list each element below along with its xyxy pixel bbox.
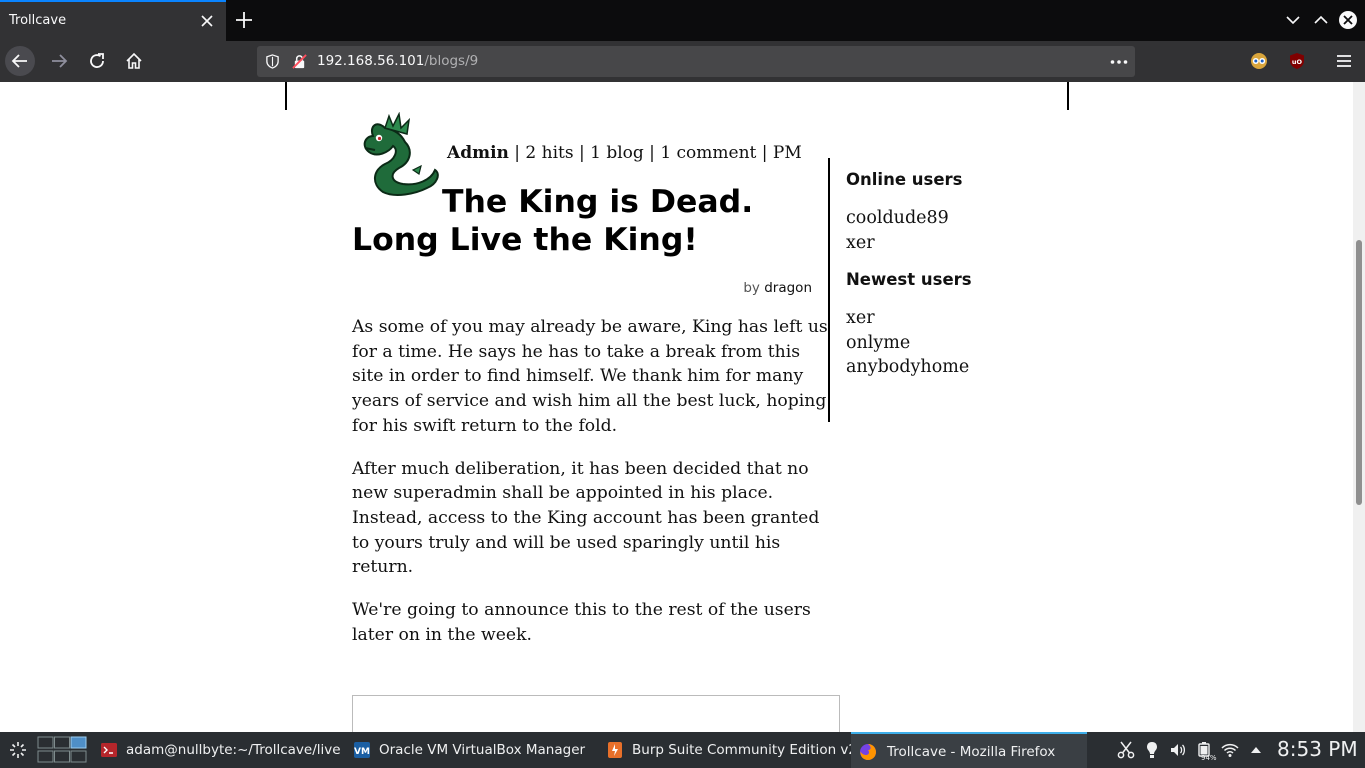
online-user-link[interactable]: cooldude89 (846, 206, 972, 231)
online-users-heading: Online users (846, 170, 963, 189)
battery-percent: 94% (1201, 754, 1217, 762)
post-paragraph: We're going to announce this to the rest… (352, 600, 811, 645)
svg-text:uO: uO (1292, 58, 1303, 66)
more-icon[interactable] (1110, 59, 1128, 65)
lightbulb-icon[interactable] (1143, 741, 1161, 759)
svg-text:VM: VM (354, 747, 370, 757)
back-arrow-icon (11, 54, 27, 68)
page-scrollbar[interactable] (1353, 82, 1365, 732)
newest-user-link[interactable]: xer (846, 306, 972, 331)
home-icon (126, 52, 142, 69)
tray-expand-arrow-icon[interactable] (1247, 741, 1265, 759)
online-users-list: cooldude89 xer (846, 206, 972, 255)
forward-button[interactable] (44, 46, 74, 76)
taskbar-item-firefox[interactable]: Trollcave - Mozilla Firefox (851, 732, 1087, 768)
author-link[interactable]: Admin (447, 143, 509, 163)
insecure-lock-icon[interactable] (292, 54, 307, 69)
author-stats: | 2 hits | 1 blog | 1 comment | PM (508, 143, 802, 163)
taskbar-item-virtualbox[interactable]: VM Oracle VM VirtualBox Manager (353, 732, 593, 768)
newest-users-list: xer onlyme anybodyhome (846, 306, 972, 380)
hamburger-menu-icon[interactable] (1335, 52, 1353, 70)
firefox-icon (860, 744, 876, 760)
sidebar-divider (828, 158, 830, 422)
volume-icon[interactable] (1169, 741, 1187, 759)
back-button[interactable] (5, 46, 35, 76)
chevron-up-icon[interactable] (1311, 10, 1331, 30)
taskbar: adam@nullbyte:~/Trollcave/live VM Oracle… (0, 732, 1365, 768)
url-host: 192.168.56.101 (317, 53, 425, 69)
post-body: As some of you may already be aware, Kin… (352, 315, 830, 665)
newest-user-link[interactable]: anybodyhome (846, 355, 972, 380)
taskbar-item-terminal[interactable]: adam@nullbyte:~/Trollcave/live (100, 732, 341, 768)
tab-strip: Trollcave (0, 0, 1365, 41)
tab-trollcave[interactable]: Trollcave (0, 0, 226, 41)
url-path: /blogs/9 (424, 53, 479, 69)
scrollbar-thumb[interactable] (1356, 240, 1362, 505)
forward-arrow-icon (52, 54, 68, 68)
url-bar[interactable]: 192.168.56.101/blogs/9 (257, 46, 1135, 77)
byline-label: by (743, 280, 760, 296)
plus-icon[interactable] (233, 9, 255, 31)
newest-user-link[interactable]: onlyme (846, 331, 972, 356)
post-meta: Admin | 2 hits | 1 blog | 1 comment | PM (447, 143, 802, 163)
ublock-icon[interactable]: uO (1288, 52, 1306, 70)
close-icon[interactable] (199, 13, 215, 29)
taskbar-item-label: Trollcave - Mozilla Firefox (887, 744, 1056, 760)
scissors-icon[interactable] (1117, 741, 1135, 759)
post-paragraph: As some of you may already be aware, Kin… (352, 317, 828, 436)
comment-textarea[interactable] (352, 695, 840, 732)
taskbar-item-label: Burp Suite Community Edition v2... (632, 742, 870, 758)
burp-icon (608, 742, 622, 758)
extension-eyes-icon[interactable] (1250, 52, 1268, 70)
online-user-link[interactable]: xer (846, 231, 972, 256)
terminal-icon (101, 743, 117, 757)
taskbar-item-label: adam@nullbyte:~/Trollcave/live (126, 742, 341, 758)
post-title: The King is Dead. Long Live the King! (352, 184, 754, 258)
newest-users-heading: Newest users (846, 270, 972, 290)
app-launcher-icon[interactable] (9, 741, 27, 759)
byline: by dragon (743, 280, 812, 296)
taskbar-item-burp[interactable]: Burp Suite Community Edition v2... (606, 732, 870, 768)
home-button[interactable] (119, 46, 149, 76)
navigation-toolbar: 192.168.56.101/blogs/9 uO (0, 41, 1365, 82)
taskbar-item-label: Oracle VM VirtualBox Manager (379, 742, 586, 758)
clock[interactable]: 8:53 PM (1277, 737, 1358, 761)
chevron-down-icon[interactable] (1283, 10, 1303, 30)
tab-title: Trollcave (9, 13, 67, 28)
post-paragraph: After much deliberation, it has been dec… (352, 458, 820, 578)
shield-icon[interactable] (265, 54, 280, 69)
url-text: 192.168.56.101/blogs/9 (317, 53, 478, 69)
byline-author-link[interactable]: dragon (764, 280, 812, 296)
page-viewport: Admin | 2 hits | 1 blog | 1 comment | PM… (0, 82, 1365, 732)
virtualbox-icon: VM (354, 742, 370, 758)
virtual-desktop-pager[interactable] (37, 735, 87, 765)
reload-icon (90, 53, 104, 68)
wifi-icon[interactable] (1221, 741, 1239, 759)
header-border-right (1067, 82, 1069, 110)
window-close-icon[interactable] (1338, 10, 1358, 30)
sidebar: Online users cooldude89 xer Newest users… (846, 170, 972, 395)
reload-button[interactable] (82, 46, 112, 76)
header-border-left (285, 82, 287, 110)
